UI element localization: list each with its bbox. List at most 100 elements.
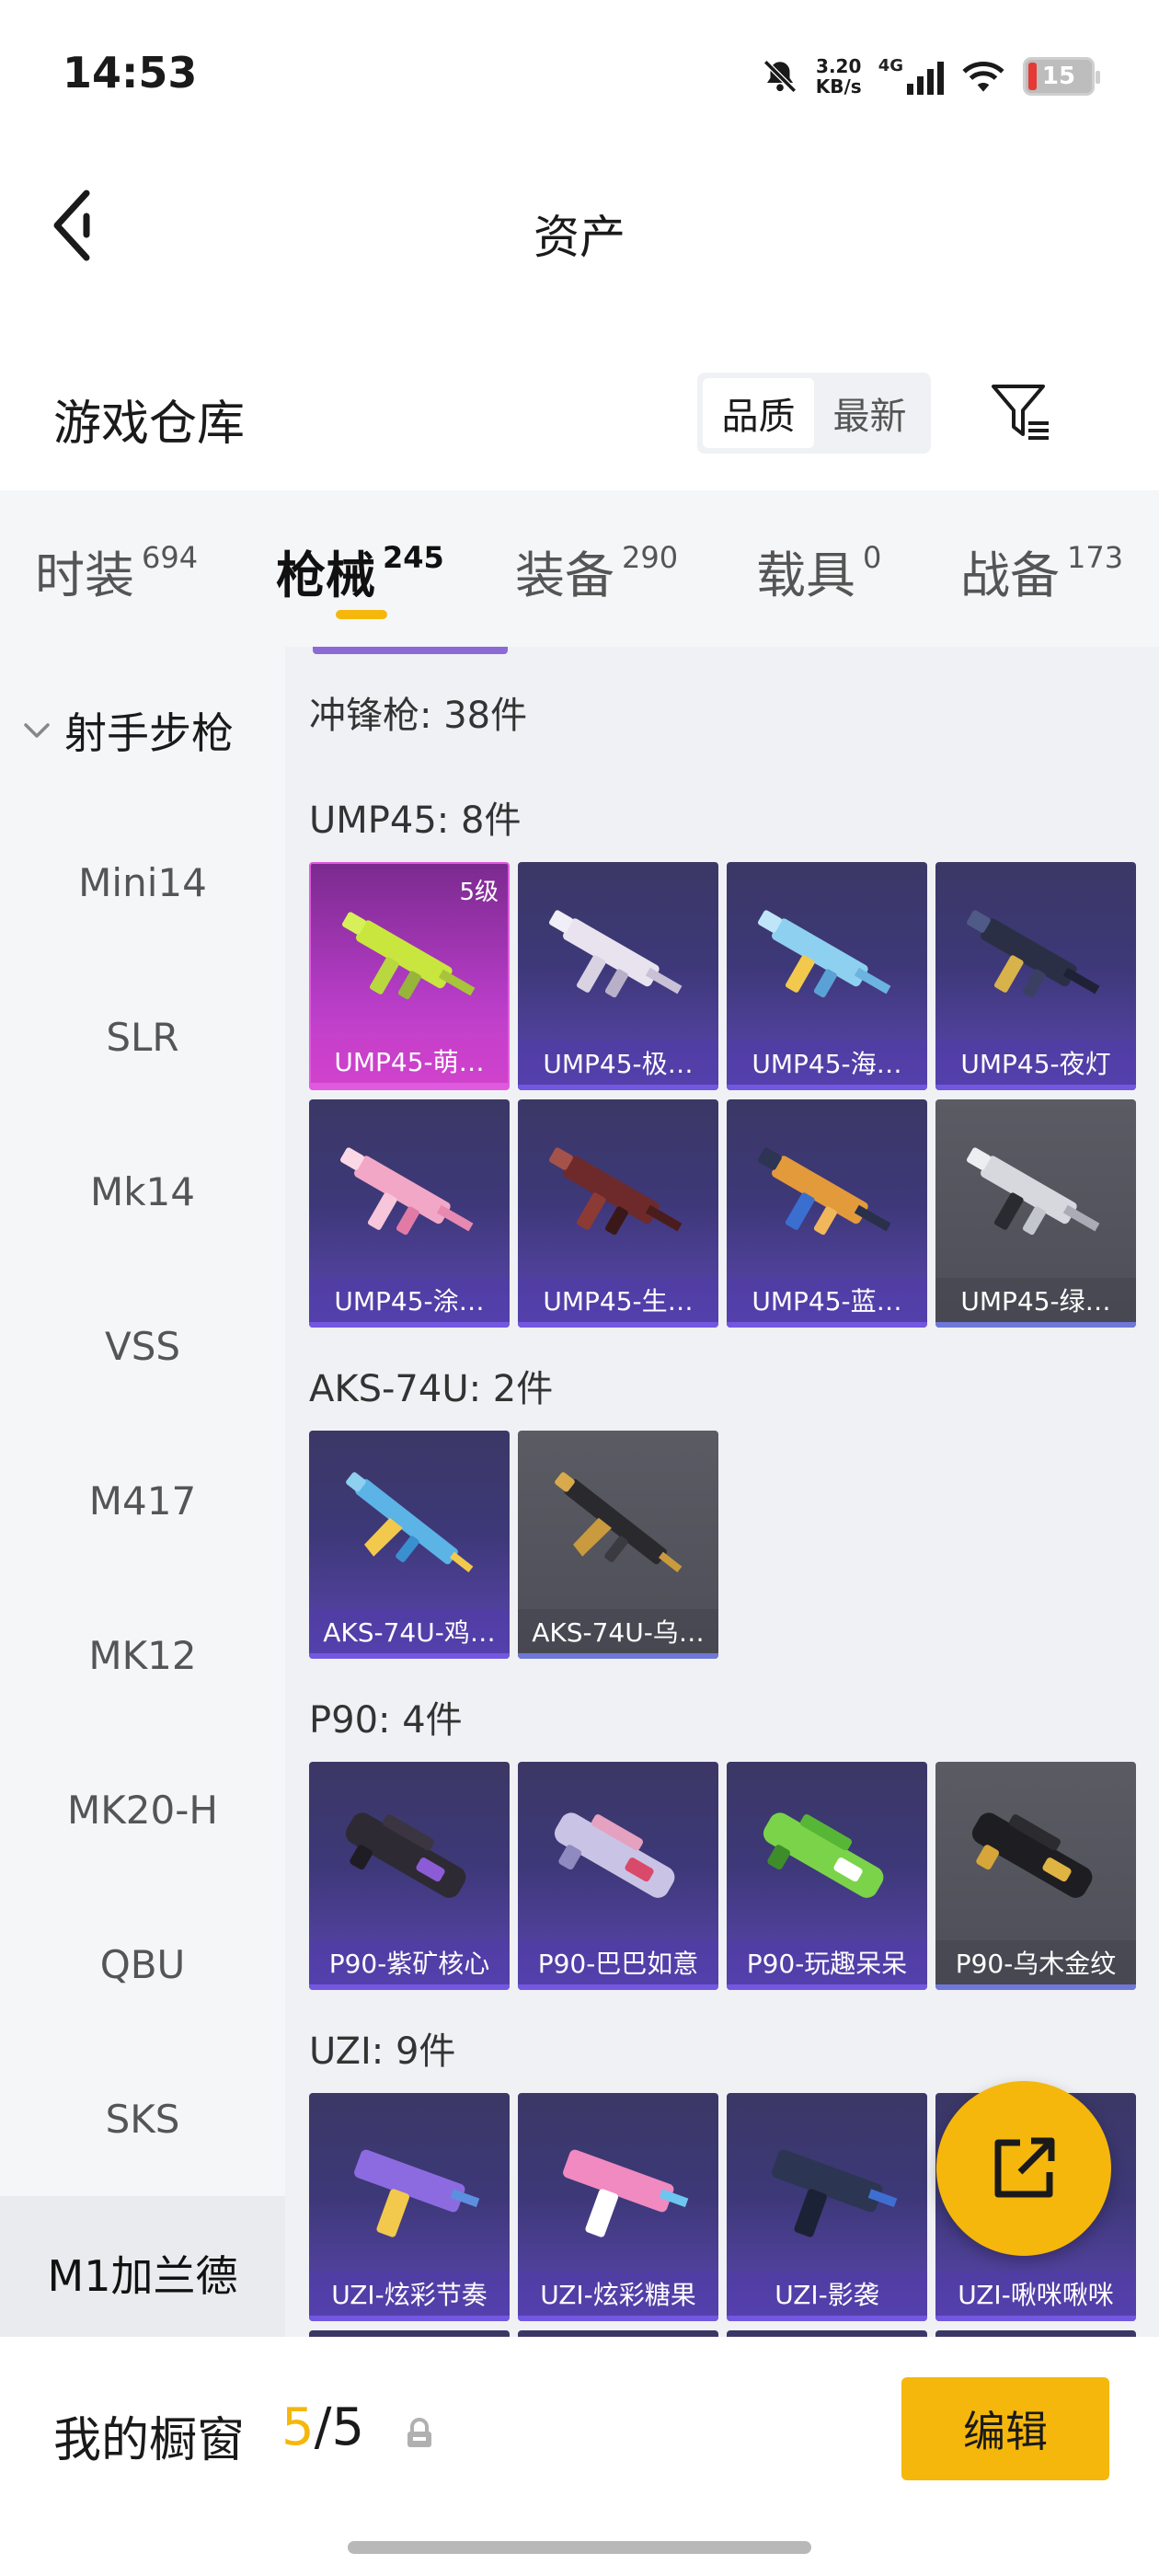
category-tabs: 时装 694 枪械 245 装备 290 载具 0 战备 173: [0, 490, 1159, 647]
weapon-skin-image: [548, 910, 683, 998]
status-time: 14:53: [63, 48, 198, 98]
tab-count: 694: [142, 540, 199, 575]
sidebar-item-m417[interactable]: M417: [0, 1478, 285, 1524]
chevron-down-icon: [24, 723, 50, 738]
share-fab-button[interactable]: [936, 2081, 1111, 2256]
sidebar-item-mk20h[interactable]: MK20-H: [0, 1788, 285, 1833]
weapon-name: UMP45-海…: [727, 1041, 927, 1085]
tab-weapons[interactable]: 枪械 245: [276, 535, 444, 607]
tab-count: 290: [622, 540, 679, 575]
weapon-card[interactable]: UMP45-海…: [727, 862, 927, 1090]
tab-count: 245: [383, 540, 444, 575]
weapon-name: UMP45-生…: [518, 1278, 718, 1322]
showcase-separator: /: [314, 2398, 332, 2457]
showcase-total: 5: [331, 2398, 365, 2457]
sidebar-item-slr[interactable]: SLR: [0, 1015, 285, 1060]
sidebar-item-mk12[interactable]: MK12: [0, 1633, 285, 1678]
weapon-card[interactable]: [935, 2330, 1136, 2337]
weapon-card[interactable]: UMP45-生…: [518, 1099, 718, 1328]
tab-label: 装备: [515, 546, 614, 604]
sidebar-item-mk14[interactable]: Mk14: [0, 1169, 285, 1214]
weapon-skin-image: [763, 1812, 884, 1898]
weapon-name: P90-紫矿核心: [309, 1940, 510, 1984]
weapon-card[interactable]: AKS-74U-乌…: [518, 1431, 718, 1659]
weapon-skin-image: [772, 2149, 898, 2237]
battery-level: 15: [1041, 63, 1076, 90]
speed-value: 3.20: [816, 55, 862, 77]
status-bar: 14:53 3.20 KB/s 4G 15: [0, 0, 1159, 147]
page-title: 资产: [534, 211, 625, 264]
sidebar-item-qbu[interactable]: QBU: [0, 1942, 285, 1987]
tab-vehicles[interactable]: 载具 0: [756, 535, 881, 607]
lock-icon: [407, 2418, 431, 2447]
weapon-card[interactable]: UZI-炫彩节奏: [309, 2093, 510, 2321]
weapon-name: UZI-啾咪啾咪: [935, 2271, 1136, 2316]
weapon-skin-image: [971, 1812, 1093, 1898]
weapon-card[interactable]: [309, 2330, 510, 2337]
sort-toggle: 品质 最新: [697, 373, 931, 454]
weapon-card[interactable]: UMP45-蓝…: [727, 1099, 927, 1328]
weapon-card[interactable]: [518, 2330, 718, 2337]
weapon-card[interactable]: 5级 UMP45-萌…: [309, 862, 510, 1090]
weapon-name: UMP45-涂…: [309, 1278, 510, 1322]
sidebar-group-dmr[interactable]: 射手步枪: [20, 700, 234, 761]
tab-count: 173: [1067, 540, 1124, 575]
weapon-name: UMP45-极…: [518, 1041, 718, 1085]
app-header: 资产: [0, 147, 1159, 304]
tab-equipment[interactable]: 装备 290: [515, 535, 678, 607]
weapon-card[interactable]: P90-紫矿核心: [309, 1762, 510, 1990]
weapon-type-sidebar: 射手步枪 Mini14 SLR Mk14 VSS M417 MK12 MK20-…: [0, 647, 285, 2351]
sidebar-group-label: 射手步枪: [64, 708, 234, 758]
weapon-name: UMP45-萌…: [311, 1039, 508, 1083]
sort-newest-button[interactable]: 最新: [814, 378, 925, 448]
filter-icon[interactable]: [990, 381, 1054, 445]
edit-button[interactable]: 编辑: [901, 2377, 1109, 2480]
weapon-card[interactable]: UZI-炫彩糖果: [518, 2093, 718, 2321]
weapon-name: AKS-74U-乌…: [518, 1609, 718, 1653]
weapon-name: UZI-炫彩节奏: [309, 2271, 510, 2316]
weapon-name: P90-玩趣呆呆: [727, 1940, 927, 1984]
tab-fashion[interactable]: 时装 694: [35, 535, 198, 607]
external-link-icon: [994, 2137, 1055, 2198]
weapon-skin-image: [339, 1147, 474, 1236]
weapon-card[interactable]: P90-乌木金纹: [935, 1762, 1136, 1990]
sidebar-item-mini14[interactable]: Mini14: [0, 860, 285, 905]
weapon-card[interactable]: UMP45-涂…: [309, 1099, 510, 1328]
group-title-aks74u: AKS-74U: 2件: [309, 1368, 554, 1410]
sort-quality-button[interactable]: 品质: [703, 378, 814, 448]
weapon-skin-image: [345, 1812, 466, 1898]
weapon-name: AKS-74U-鸡…: [309, 1609, 510, 1653]
weapon-card[interactable]: UMP45-夜灯: [935, 862, 1136, 1090]
weapon-card[interactable]: P90-巴巴如意: [518, 1762, 718, 1990]
status-icons: 3.20 KB/s 4G 15: [761, 53, 1100, 99]
weapon-name: UMP45-蓝…: [727, 1278, 927, 1322]
showcase-current: 5: [281, 2398, 315, 2457]
weapon-card[interactable]: UZI-影袭: [727, 2093, 927, 2321]
tab-supplies[interactable]: 战备 173: [960, 535, 1123, 607]
category-title: 冲锋枪: 38件: [309, 695, 528, 737]
weapon-skin-image: [555, 1472, 683, 1573]
weapon-level-badge: 5级: [459, 879, 499, 906]
group-title-p90: P90: 4件: [309, 1699, 463, 1742]
weapon-card[interactable]: UMP45-绿…: [935, 1099, 1136, 1328]
weapon-card[interactable]: P90-玩趣呆呆: [727, 1762, 927, 1990]
weapon-name: UZI-影袭: [727, 2271, 927, 2316]
group-title-uzi: UZI: 9件: [309, 2030, 456, 2073]
sidebar-item-vss[interactable]: VSS: [0, 1324, 285, 1369]
signal-icon: [907, 58, 944, 95]
weapon-name: P90-乌木金纹: [935, 1940, 1136, 1984]
sidebar-item-m1-garand[interactable]: M1加兰德: [0, 2196, 285, 2351]
tab-label: 时装: [35, 546, 134, 604]
weapon-card[interactable]: AKS-74U-鸡…: [309, 1431, 510, 1659]
tab-count: 0: [863, 540, 882, 575]
weapon-card[interactable]: UMP45-极…: [518, 862, 718, 1090]
tab-label: 载具: [756, 546, 855, 604]
weapon-skin-image: [341, 912, 476, 1000]
weapon-card[interactable]: [727, 2330, 927, 2337]
sidebar-item-sks[interactable]: SKS: [0, 2097, 285, 2142]
mute-bell-icon: [763, 60, 797, 93]
home-indicator[interactable]: [348, 2541, 811, 2554]
tab-label: 战备: [960, 546, 1060, 604]
weapon-skin-image: [354, 2149, 480, 2237]
active-tab-indicator: [336, 610, 387, 619]
